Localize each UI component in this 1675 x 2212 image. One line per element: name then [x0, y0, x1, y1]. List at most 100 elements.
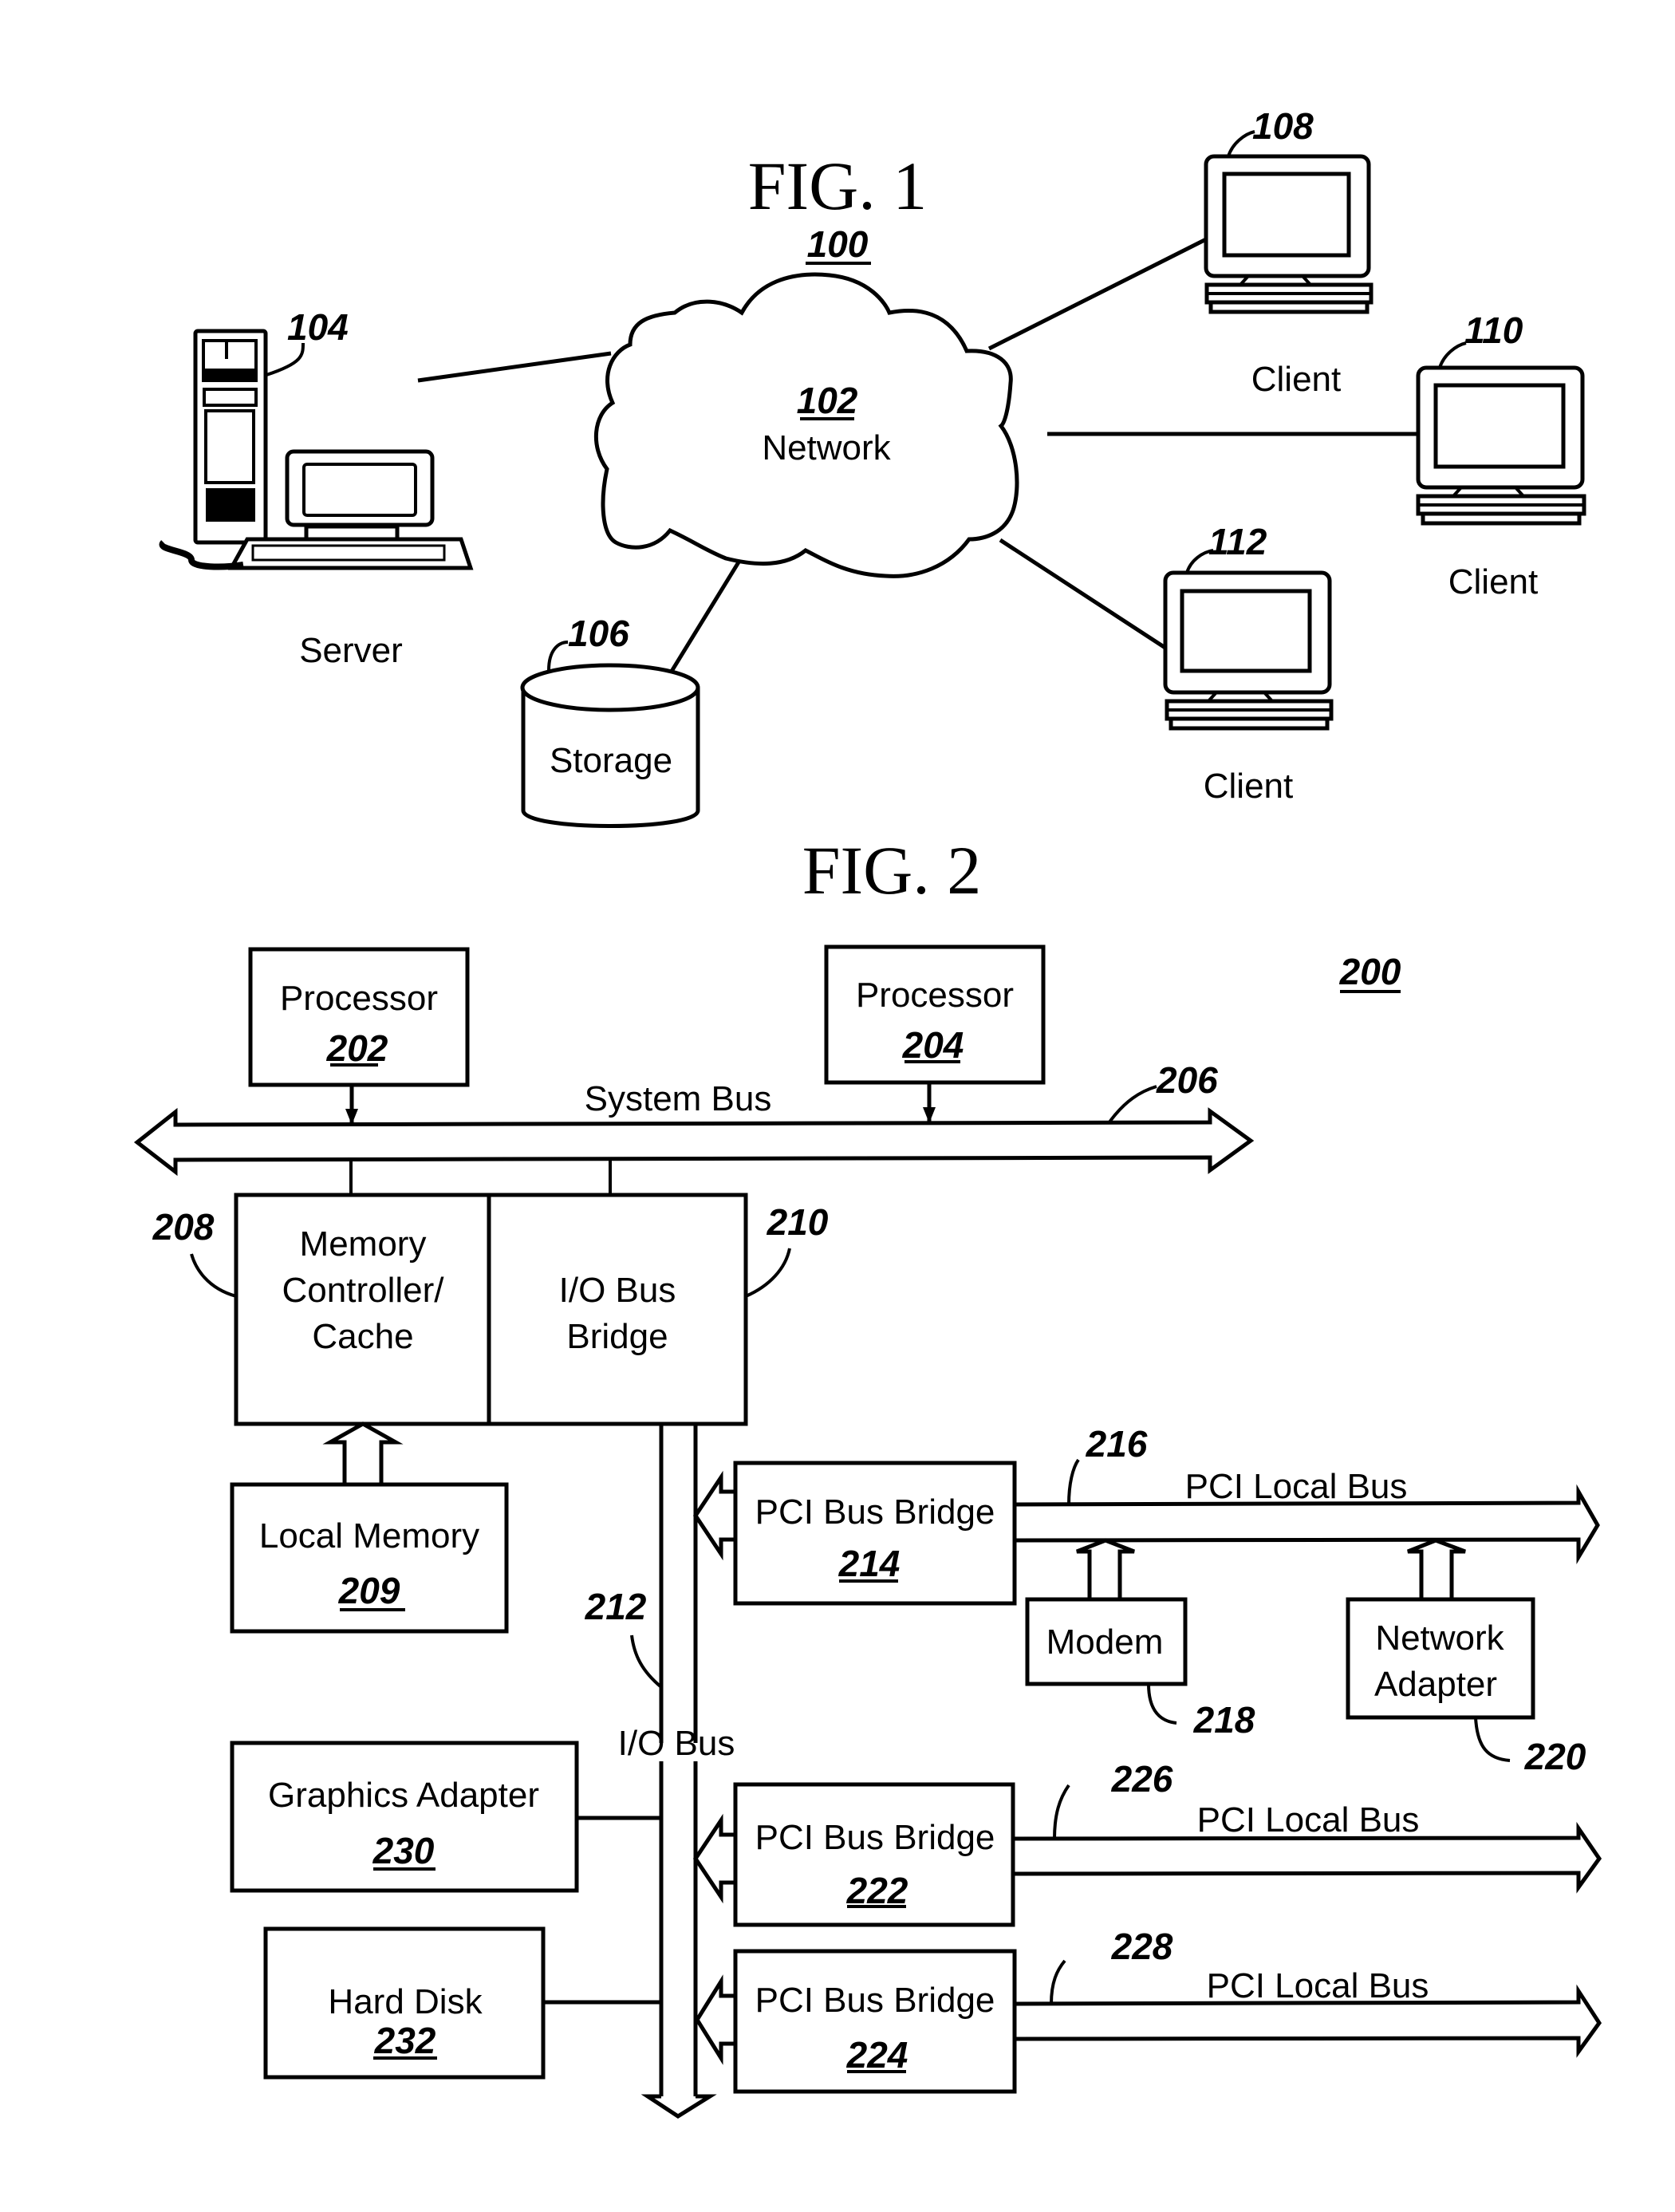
link-server-network: [417, 351, 612, 383]
link-network-client-108: [987, 237, 1208, 351]
modem-label: Modem: [1046, 1623, 1164, 1662]
modem[interactable]: Modem: [1025, 1597, 1188, 1686]
link-network-storage: [666, 553, 746, 678]
pci-bus-bridge-214-ref: 214: [838, 1543, 901, 1584]
server-leader: [266, 342, 305, 377]
client-112[interactable]: 112 Client: [1163, 521, 1334, 806]
processor-204-ref: 204: [902, 1024, 964, 1066]
modem-leader: [1147, 1683, 1177, 1725]
system-bus-label: System Bus: [585, 1079, 772, 1118]
memory-controller-cache[interactable]: Memory Controller/ Cache: [234, 1193, 491, 1426]
local-memory[interactable]: Local Memory 209: [230, 1482, 509, 1634]
client-108-monitor-icon: [1204, 154, 1374, 314]
pci-local-bus-228-ref: 228: [1111, 1926, 1173, 1967]
server-monitor-icon: [285, 449, 435, 542]
arrowhead-icon: [923, 1107, 936, 1123]
pci-local-bus-228[interactable]: PCI Local Bus 228: [1012, 1926, 1602, 2058]
processor-204[interactable]: Processor 204: [824, 944, 1046, 1085]
processor-202[interactable]: Processor 202: [248, 947, 470, 1087]
client-108-leader: [1227, 130, 1255, 157]
pci-local-bus-226-ref: 226: [1111, 1758, 1173, 1800]
processor-202-ref: 202: [326, 1027, 388, 1069]
network-label: Network: [762, 428, 891, 467]
processor-202-label: Processor: [280, 979, 438, 1018]
storage-ref: 106: [568, 613, 629, 654]
client-110-leader: [1438, 341, 1467, 369]
io-bus-bridge-leader: [745, 1248, 791, 1298]
network-adapter-ref: 220: [1524, 1736, 1586, 1777]
client-108[interactable]: 108 Client: [1204, 105, 1374, 399]
pci-local-bus-228-label: PCI Local Bus: [1207, 1966, 1429, 2005]
pci-bridge-214-arrow: [692, 1470, 736, 1561]
pci-local-bus-216[interactable]: PCI Local Bus 216: [1012, 1423, 1600, 1565]
modem-ref: 218: [1193, 1699, 1255, 1741]
pci-bus-bridge-214-label: PCI Bus Bridge: [755, 1492, 995, 1532]
hard-disk[interactable]: Hard Disk 232: [263, 1926, 546, 2080]
pci-bridge-224-arrow: [695, 1974, 735, 2065]
pci-local-bus-216-ref: 216: [1086, 1423, 1148, 1465]
io-bus-ref: 212: [585, 1586, 647, 1627]
graphics-adapter[interactable]: Graphics Adapter 230: [230, 1741, 579, 1893]
fig1-ref: 100: [807, 223, 869, 265]
io-bus-bridge-ref: 210: [767, 1201, 829, 1243]
io-bus-bridge[interactable]: I/O Bus Bridge: [487, 1193, 748, 1426]
network-adapter-leader: [1474, 1717, 1511, 1762]
link-network-client-112: [999, 538, 1174, 655]
pci-local-bus-228-leader: [1050, 1959, 1066, 2005]
memory-controller-ref: 208: [152, 1206, 215, 1248]
pci-bus-bridge-214[interactable]: PCI Bus Bridge 214: [733, 1461, 1017, 1606]
io-bus-leader: [630, 1634, 663, 1689]
memory-controller-line3: Cache: [312, 1317, 413, 1356]
system-bus-leader: [1107, 1085, 1157, 1125]
local-memory-arrow: [322, 1421, 404, 1485]
local-memory-ref: 209: [338, 1570, 400, 1611]
network-adapter-line1: Network: [1375, 1619, 1504, 1658]
server-ref: 104: [287, 306, 349, 348]
client-110-label: Client: [1448, 562, 1539, 601]
client-110[interactable]: 110 Client: [1416, 310, 1586, 601]
client-110-ref: 110: [1464, 310, 1523, 351]
pci-local-bus-216-leader: [1067, 1458, 1080, 1505]
storage-label: Storage: [550, 741, 672, 780]
storage-leader: [547, 641, 569, 671]
client-110-monitor-icon: [1416, 365, 1586, 526]
pci-bus-bridge-224-label: PCI Bus Bridge: [755, 1981, 995, 2020]
client-108-ref: 108: [1252, 105, 1314, 147]
client-112-monitor-icon: [1163, 570, 1334, 731]
pci-bus-bridge-222-label: PCI Bus Bridge: [755, 1818, 995, 1857]
server-label: Server: [299, 631, 403, 670]
pci-local-bus-226[interactable]: PCI Local Bus 226: [1011, 1758, 1602, 1894]
pci-local-bus-226-leader: [1053, 1784, 1070, 1839]
io-bus-arrowhead: [640, 2094, 717, 2119]
modem-arrow: [1076, 1538, 1135, 1599]
network-cloud[interactable]: 102 Network: [593, 272, 1019, 578]
pci-bus-bridge-222[interactable]: PCI Bus Bridge 222: [733, 1782, 1015, 1927]
storage[interactable]: 106 Storage: [520, 613, 700, 828]
server[interactable]: 104 Server: [159, 306, 474, 670]
client-112-label: Client: [1204, 767, 1294, 806]
io-bus-bridge-line2: Bridge: [566, 1317, 668, 1356]
network-adapter-line2: Adapter: [1374, 1665, 1497, 1704]
network-adapter-arrow: [1407, 1538, 1466, 1599]
hard-disk-ref: 232: [374, 2020, 436, 2061]
hard-disk-label: Hard Disk: [328, 1982, 483, 2021]
patent-drawing-sheet: FIG. 1 100 102 Network 104 Server 106 St…: [133, 105, 1602, 2119]
client-108-label: Client: [1251, 360, 1342, 399]
network-adapter[interactable]: Network Adapter: [1346, 1597, 1535, 1720]
fig2-ref: 200: [1339, 951, 1401, 992]
pci-local-bus-216-label: PCI Local Bus: [1185, 1467, 1408, 1506]
fig2-title: FIG. 2: [802, 832, 982, 909]
pci-bus-bridge-224[interactable]: PCI Bus Bridge 224: [733, 1949, 1017, 2094]
pci-bus-bridge-224-ref: 224: [846, 2034, 908, 2076]
memory-controller-line1: Memory: [300, 1224, 427, 1264]
fig1: FIG. 1 100 102 Network 104 Server 106 St…: [159, 105, 1586, 828]
system-bus-double-arrow: [133, 1107, 1255, 1177]
local-memory-label: Local Memory: [259, 1516, 479, 1555]
server-tower-icon: [193, 329, 268, 545]
graphics-adapter-ref: 230: [372, 1830, 435, 1871]
memory-controller-leader: [190, 1253, 237, 1298]
processor-204-label: Processor: [856, 976, 1014, 1015]
system-bus-ref: 206: [1156, 1059, 1218, 1101]
memory-controller-line2: Controller/: [282, 1271, 445, 1310]
fig2: FIG. 2 200 Processor 202 Processor 204 S…: [133, 832, 1602, 2119]
